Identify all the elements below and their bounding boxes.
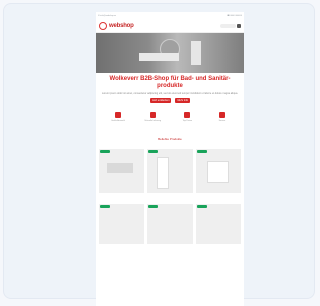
product-card[interactable] [195, 203, 241, 244]
towel-image [191, 41, 201, 65]
product-card[interactable] [195, 148, 241, 193]
site-logo[interactable]: webshop [99, 22, 134, 30]
feature-text: Top Preise [182, 120, 193, 122]
feature-text: Große Auswahl [111, 120, 125, 122]
topline-left-text: ✉ info@webshop.xx [98, 15, 117, 17]
search-area [220, 24, 241, 28]
hero-buttons: Jetzt entdecken Mehr Info [100, 98, 240, 103]
feature-item: Service [208, 112, 236, 123]
sale-badge [196, 149, 207, 153]
logo-text: webshop [109, 23, 134, 29]
product-image [206, 160, 229, 183]
search-icon[interactable] [237, 24, 241, 28]
top-info-bar: ✉ info@webshop.xx ☎ 0000 000000 [96, 12, 244, 20]
logo-circle-icon [99, 22, 107, 30]
feature-item: Große Auswahl [104, 112, 132, 123]
search-input[interactable] [220, 24, 236, 28]
hero-description: Lorem ipsum dolor sit amet, consectetur … [101, 92, 239, 95]
feature-icon [218, 112, 225, 118]
webpage-screenshot: ✉ info@webshop.xx ☎ 0000 000000 webshop … [96, 12, 244, 306]
topline-right-text: ☎ 0000 000000 [227, 15, 242, 17]
hero-title: Wolkeverr B2B-Shop für Bad- und Sanitär-… [109, 76, 231, 89]
outer-card: ✉ info@webshop.xx ☎ 0000 000000 webshop … [3, 3, 315, 306]
feature-item: Schnelle Lieferung [139, 112, 167, 123]
hero-banner [96, 33, 244, 73]
sale-badge [100, 149, 110, 153]
product-card[interactable] [99, 203, 145, 244]
feature-text: Service [218, 120, 226, 122]
feature-icon [149, 112, 156, 118]
product-card[interactable] [147, 148, 193, 193]
feature-icon [184, 112, 191, 118]
product-card[interactable] [99, 148, 145, 193]
feature-icons-row: Große Auswahl Schnelle Lieferung Top Pre… [96, 106, 244, 123]
feature-item: Top Preise [173, 112, 201, 123]
sale-badge [196, 204, 207, 208]
site-header: webshop [96, 20, 244, 33]
product-card[interactable] [147, 203, 193, 244]
secondary-cta-button[interactable]: Mehr Info [175, 98, 191, 103]
sale-badge [148, 204, 159, 208]
sink-image [139, 53, 179, 61]
primary-cta-button[interactable]: Jetzt entdecken [149, 98, 172, 103]
feature-text: Schnelle Lieferung [144, 120, 161, 122]
product-image [157, 156, 170, 189]
sale-badge [148, 149, 159, 153]
sale-badge [100, 204, 110, 208]
products-grid-row-2 [96, 196, 244, 247]
feature-icon [115, 112, 121, 118]
intro-section: Wolkeverr B2B-Shop für Bad- und Sanitär-… [96, 73, 244, 106]
products-grid [96, 141, 244, 196]
product-image [107, 162, 133, 173]
